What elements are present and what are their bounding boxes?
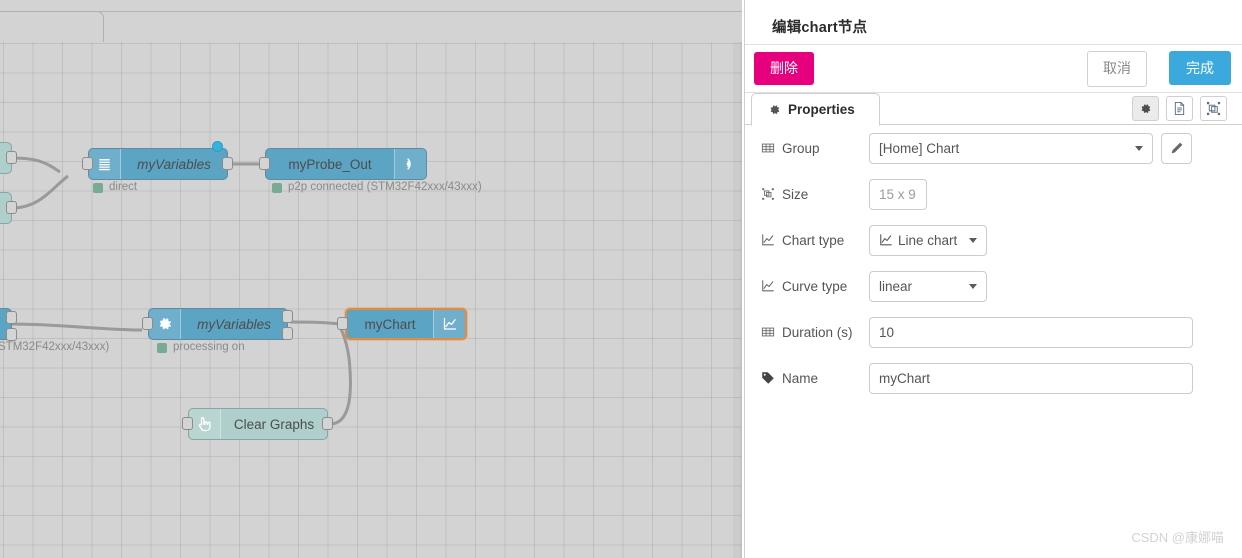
properties-form: Group [Home] Chart Size 15 x 9 Chart typ… <box>745 125 1242 401</box>
form-label-size-text: Size <box>782 186 809 202</box>
grid-icon <box>761 325 775 339</box>
tab-properties[interactable]: Properties <box>751 93 880 126</box>
appearance-icon-button[interactable] <box>1200 96 1227 121</box>
document-icon <box>1174 102 1185 115</box>
edit-node-panel: 编辑chart节点 删除 取消 完成 Properties Group [Hom… <box>744 0 1242 558</box>
curve-type-select[interactable]: linear <box>869 270 987 302</box>
form-row-duration: Duration (s) 10 <box>745 309 1242 355</box>
form-label-group: Group <box>761 141 869 156</box>
chart-type-select-value: Line chart <box>898 232 958 248</box>
form-row-curve-type: Curve type linear <box>745 263 1242 309</box>
node-port-output[interactable] <box>6 151 17 164</box>
chevron-down-icon <box>969 284 977 289</box>
node-port-output[interactable] <box>6 311 17 324</box>
node-port-output[interactable] <box>282 310 293 323</box>
node-port-input[interactable] <box>337 317 348 330</box>
name-input[interactable]: myChart <box>869 362 1193 394</box>
list-icon <box>89 149 121 179</box>
node-status-badge <box>212 141 223 152</box>
flow-node-label: myChart <box>364 316 416 332</box>
node-status-text: STM32F42xxx/43xxx) <box>0 341 110 353</box>
node-status-text: processing on <box>173 341 245 353</box>
node-port-output[interactable] <box>222 157 233 170</box>
flow-node-myvariables-processing[interactable]: myVariables <box>148 308 288 340</box>
gear-icon <box>1141 104 1151 114</box>
done-button[interactable]: 完成 <box>1169 51 1231 85</box>
flow-node-label: myVariables <box>137 156 211 172</box>
flow-node-myprobe-out[interactable]: myProbe_Out <box>265 148 427 180</box>
chevron-down-icon <box>969 238 977 243</box>
group-select[interactable]: [Home] Chart <box>869 132 1153 164</box>
duration-input[interactable]: 10 <box>869 316 1193 348</box>
tag-icon <box>761 371 775 385</box>
panel-tabbar: Properties <box>745 93 1242 126</box>
app-root: STM32F42xxx/43xxx) myVariables direct my… <box>0 0 1242 558</box>
cancel-button[interactable]: 取消 <box>1087 51 1147 87</box>
form-label-size: Size <box>761 187 869 202</box>
form-label-duration-text: Duration (s) <box>782 324 853 340</box>
group-select-value: [Home] Chart <box>879 140 960 156</box>
gear-icon <box>149 309 181 339</box>
linechart-icon <box>879 233 893 247</box>
panel-titlebar: 编辑chart节点 <box>745 9 1242 45</box>
watermark: CSDN @康娜喵 <box>1131 530 1224 545</box>
gear-icon-button[interactable] <box>1132 96 1159 121</box>
node-port-output[interactable] <box>6 201 17 214</box>
document-icon-button[interactable] <box>1166 96 1193 121</box>
node-port-output[interactable] <box>322 417 333 430</box>
node-port-input[interactable] <box>82 157 93 170</box>
grid-icon <box>761 141 775 155</box>
form-row-name: Name myChart <box>745 355 1242 401</box>
click-icon <box>189 409 221 439</box>
node-port-output[interactable] <box>282 327 293 340</box>
linechart-icon <box>761 279 775 293</box>
node-status-dot <box>272 183 282 193</box>
chart-type-select[interactable]: Line chart <box>869 224 987 256</box>
form-label-name: Name <box>761 371 869 386</box>
chevron-down-icon <box>1135 146 1143 151</box>
form-label-duration: Duration (s) <box>761 325 869 340</box>
panel-toolbar: 删除 取消 完成 <box>745 45 1242 93</box>
node-port-input[interactable] <box>182 417 193 430</box>
flow-node-label: myVariables <box>197 316 271 332</box>
flow-wires <box>11 156 352 426</box>
form-label-chart-type: Chart type <box>761 233 869 248</box>
delete-button[interactable]: 删除 <box>754 52 814 85</box>
linechart-icon <box>433 310 465 338</box>
group-edit-button[interactable] <box>1161 132 1192 164</box>
flow-node-label: myProbe_Out <box>288 156 372 172</box>
form-label-chart-type-text: Chart type <box>782 232 845 248</box>
node-status-dot <box>93 183 103 193</box>
node-port-input[interactable] <box>142 317 153 330</box>
form-row-size: Size 15 x 9 <box>745 171 1242 217</box>
flow-node-clear-graphs[interactable]: Clear Graphs <box>188 408 328 440</box>
flow-editor-canvas[interactable]: STM32F42xxx/43xxx) myVariables direct my… <box>0 0 744 558</box>
node-status-dot <box>157 343 167 353</box>
resize-icon <box>761 187 775 201</box>
flow-node-label: Clear Graphs <box>233 416 315 432</box>
flow-node-myvariables-direct[interactable]: myVariables <box>88 148 228 180</box>
form-label-curve-type-text: Curve type <box>782 278 848 294</box>
node-port-input[interactable] <box>259 157 270 170</box>
form-row-group: Group [Home] Chart <box>745 125 1242 171</box>
node-status-text: direct <box>109 181 138 193</box>
tab-properties-label: Properties <box>788 102 855 117</box>
panel-title: 编辑chart节点 <box>772 20 868 36</box>
node-port-output[interactable] <box>6 328 17 341</box>
form-row-chart-type: Chart type Line chart <box>745 217 1242 263</box>
linechart-icon <box>761 233 775 247</box>
curve-type-select-value: linear <box>879 278 913 294</box>
signal-icon <box>394 149 426 179</box>
appearance-icon <box>1206 101 1221 116</box>
size-button[interactable]: 15 x 9 <box>869 178 927 210</box>
gear-icon <box>768 103 781 116</box>
form-label-curve-type: Curve type <box>761 279 869 294</box>
pencil-icon <box>1171 142 1182 154</box>
node-status-text: p2p connected (STM32F42xxx/43xxx) <box>288 181 482 193</box>
form-label-group-text: Group <box>782 140 820 156</box>
form-label-name-text: Name <box>782 370 819 386</box>
flow-node-mychart[interactable]: myChart <box>345 308 467 340</box>
